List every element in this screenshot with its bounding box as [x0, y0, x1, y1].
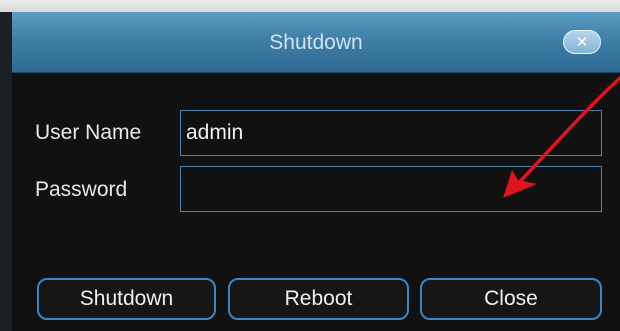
arrow-head: [503, 170, 537, 198]
red-arrow-annotation: [503, 76, 620, 198]
screen: Shutdown ✕ User Name Password Shutdown R…: [0, 0, 620, 331]
arrow-shaft: [510, 76, 620, 192]
